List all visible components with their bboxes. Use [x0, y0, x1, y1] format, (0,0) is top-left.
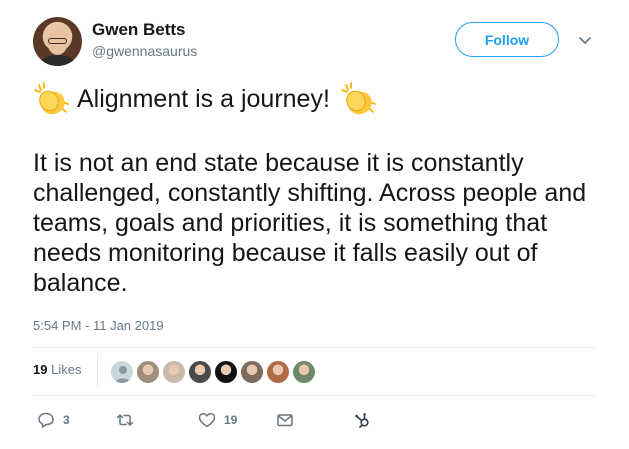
- reply-count: 3: [63, 413, 70, 427]
- default-avatar-icon[interactable]: [110, 360, 134, 384]
- heart-icon: [198, 412, 216, 428]
- hubspot-button[interactable]: [354, 410, 372, 430]
- retweet-button[interactable]: [116, 410, 142, 430]
- liker-avatar[interactable]: [162, 360, 186, 384]
- reply-button[interactable]: 3: [37, 410, 70, 430]
- likes-count[interactable]: 19 Likes: [33, 362, 81, 377]
- tweet-card: Gwen Betts @gwennasaurus Follow Alignmen…: [0, 0, 629, 449]
- follow-button[interactable]: Follow: [455, 22, 559, 57]
- liker-avatar[interactable]: [240, 360, 264, 384]
- liker-avatar[interactable]: [292, 360, 316, 384]
- like-button[interactable]: 19: [198, 410, 237, 430]
- liker-avatar[interactable]: [136, 360, 160, 384]
- liker-avatar[interactable]: [266, 360, 290, 384]
- user-handle[interactable]: @gwennasaurus: [92, 43, 197, 59]
- hubspot-icon: [355, 413, 369, 429]
- avatar-glasses: [48, 38, 67, 44]
- likes-label: Likes: [51, 362, 82, 377]
- retweet-icon: [116, 414, 134, 426]
- chevron-down-icon[interactable]: [578, 33, 592, 47]
- profile-avatar[interactable]: [33, 17, 82, 66]
- reply-icon: [38, 412, 54, 428]
- tweet-timestamp[interactable]: 5:54 PM - 11 Jan 2019: [33, 318, 164, 333]
- divider: [33, 395, 595, 396]
- likes-number: 19: [33, 362, 48, 377]
- clapping-hands-icon: [34, 82, 69, 115]
- tweet-body: It is not an end state because it is con…: [33, 149, 587, 297]
- direct-message-button[interactable]: [276, 410, 294, 430]
- tweet-text: Alignment is a journey! It is not an end…: [33, 80, 603, 298]
- avatar-shirt: [39, 55, 76, 66]
- clapping-hands-icon: [341, 82, 376, 115]
- tweet-headline: Alignment is a journey!: [77, 85, 330, 113]
- divider: [97, 353, 98, 389]
- like-count: 19: [224, 413, 238, 427]
- divider: [33, 347, 595, 348]
- liker-avatar[interactable]: [188, 360, 212, 384]
- liker-avatar[interactable]: [214, 360, 238, 384]
- user-display-name[interactable]: Gwen Betts: [92, 20, 186, 40]
- direct-message-icon: [277, 414, 293, 427]
- tweet-headline-line: Alignment is a journey!: [33, 80, 603, 118]
